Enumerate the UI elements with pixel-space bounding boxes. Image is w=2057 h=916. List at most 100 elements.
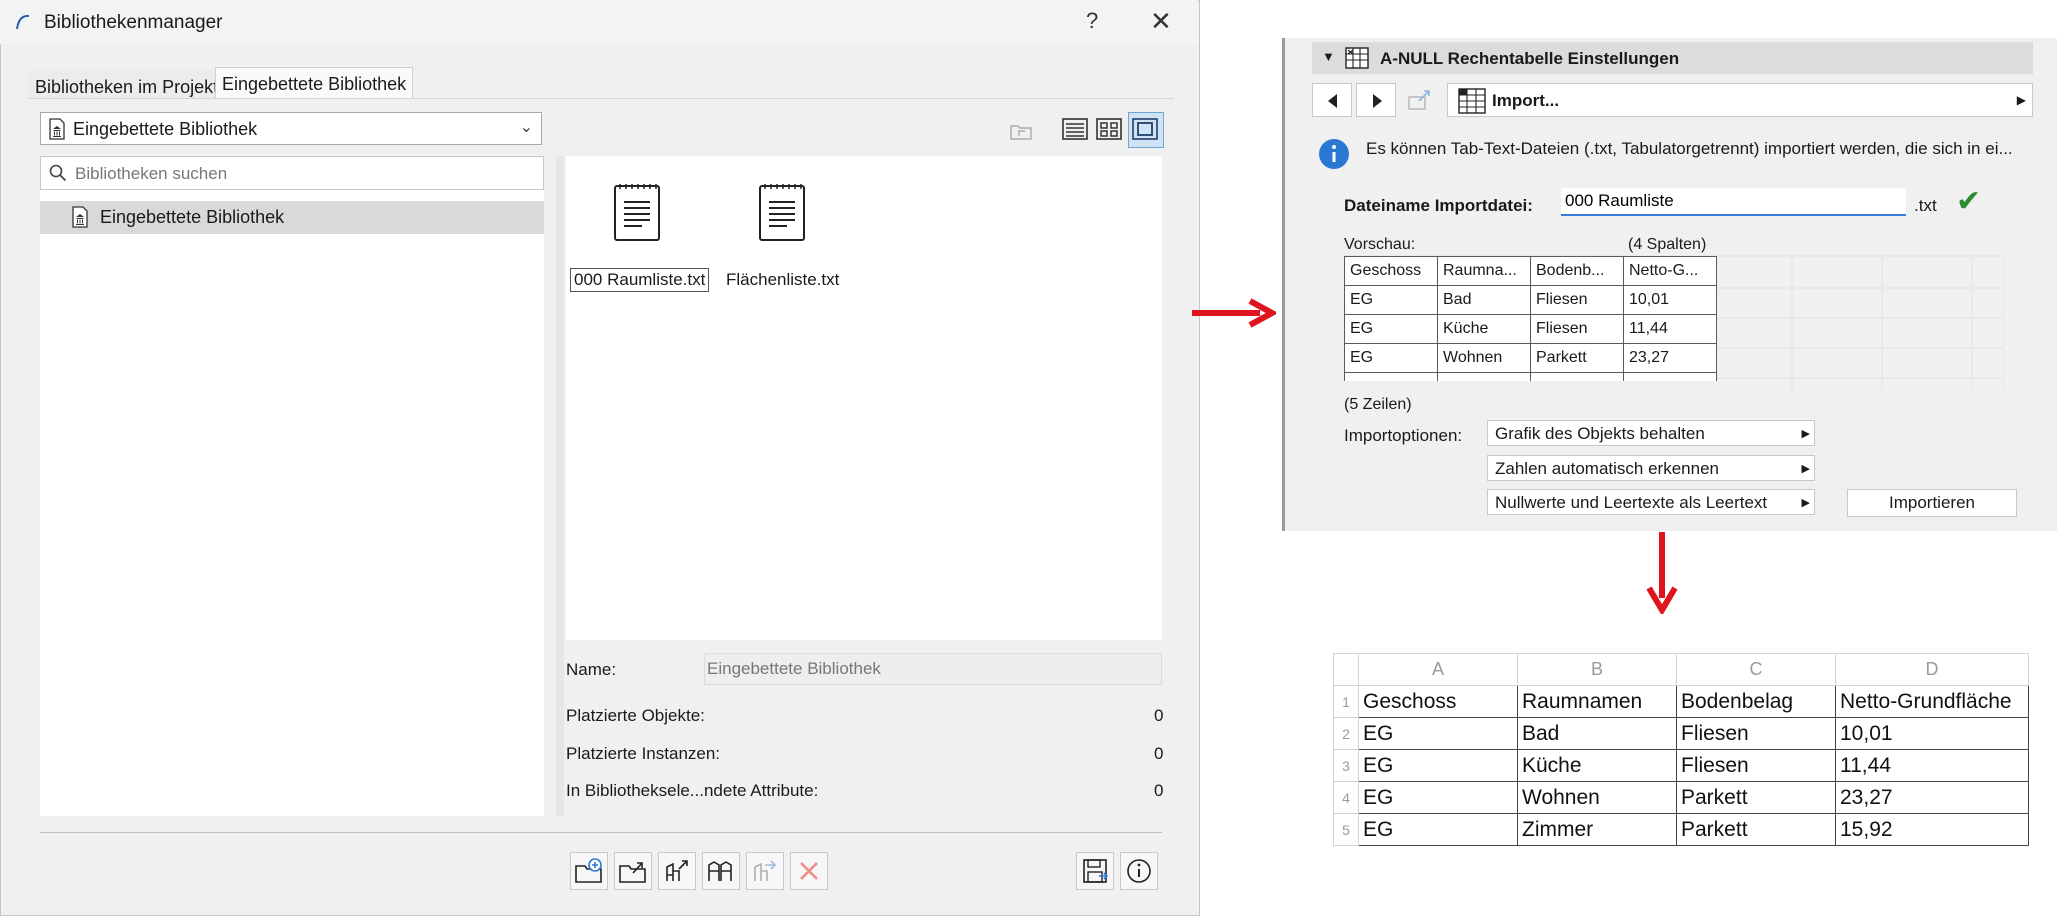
library-search-box[interactable]	[40, 156, 544, 190]
table-row: 1 Geschoss Raumnamen Bodenbelag Netto-Gr…	[1333, 685, 2029, 718]
filename-extension: .txt	[1914, 196, 1937, 215]
table-cell: Küche	[1437, 314, 1531, 344]
search-input[interactable]	[73, 161, 517, 187]
table-cell[interactable]: EG	[1358, 813, 1518, 846]
table-cell[interactable]: 11,44	[1835, 749, 2029, 782]
import-info-text: Es können Tab-Text-Dateien (.txt, Tabula…	[1366, 139, 2013, 158]
table-cell[interactable]: 23,27	[1835, 781, 2029, 814]
objects-button[interactable]	[702, 852, 740, 890]
table-cell: Parkett	[1530, 343, 1624, 373]
option-nullwerte-dropdown[interactable]: Nullwerte und Leertexte als Leertext ▶	[1487, 489, 1815, 515]
import-table-icon	[1458, 88, 1486, 114]
row-number[interactable]: 2	[1333, 717, 1359, 750]
pane-splitter[interactable]	[556, 156, 564, 816]
search-icon	[49, 164, 67, 182]
folder-up-button[interactable]	[1006, 116, 1036, 146]
spreadsheet-settings-icon	[1345, 47, 1369, 69]
add-folder-button[interactable]	[570, 852, 608, 890]
table-cell[interactable]: 10,01	[1835, 717, 2029, 750]
info-icon	[1127, 859, 1151, 883]
previous-button[interactable]	[1312, 83, 1352, 117]
table-cell: Bodenb...	[1530, 256, 1624, 286]
option-label: Nullwerte und Leertexte als Leertext	[1495, 493, 1768, 512]
list-view-button[interactable]	[1060, 114, 1090, 144]
row-number[interactable]: 4	[1333, 781, 1359, 814]
delete-icon	[800, 862, 818, 880]
placed-instances-value: 0	[1154, 744, 1164, 763]
table-row: 5 EG Zimmer Parkett 15,92	[1333, 813, 2029, 846]
table-cell[interactable]: Wohnen	[1517, 781, 1677, 814]
folder-up-icon	[1010, 125, 1032, 140]
large-icon-view-button[interactable]	[1128, 112, 1164, 148]
text-file-icon[interactable]	[757, 182, 807, 242]
row-number[interactable]: 1	[1333, 685, 1359, 718]
column-header-row: A B C D	[1333, 653, 2029, 686]
table-cell[interactable]: Netto-Grundfläche	[1835, 685, 2029, 718]
table-cell[interactable]: Fliesen	[1676, 717, 1836, 750]
table-cell	[1623, 372, 1717, 381]
table-cell[interactable]: Bodenbelag	[1676, 685, 1836, 718]
app-logo-icon	[16, 14, 30, 30]
import-options-label: Importoptionen:	[1344, 426, 1463, 445]
column-header[interactable]: C	[1676, 653, 1836, 686]
arrow-right-icon	[1192, 298, 1276, 328]
file-name-rename-field[interactable]: 000 Raumliste.txt	[570, 268, 710, 292]
text-file-icon[interactable]	[612, 182, 662, 242]
placed-objects-value: 0	[1154, 706, 1164, 725]
table-row: EG Küche Fliesen 11,44	[1344, 314, 1717, 344]
option-label: Zahlen automatisch erkennen	[1495, 459, 1719, 478]
row-number[interactable]: 3	[1333, 749, 1359, 782]
row-number[interactable]: 5	[1333, 813, 1359, 846]
export-objects-button[interactable]	[658, 852, 696, 890]
next-button[interactable]	[1356, 83, 1396, 117]
chevron-right-icon: ▶	[1801, 463, 1810, 475]
column-header[interactable]: A	[1358, 653, 1518, 686]
import-dropdown[interactable]: Import... ▶	[1447, 83, 2033, 117]
close-button[interactable]: ✕	[1150, 6, 1172, 37]
filename-input[interactable]	[1561, 188, 1906, 216]
table-cell[interactable]: Fliesen	[1676, 749, 1836, 782]
table-cell: Raumna...	[1437, 256, 1531, 286]
table-cell[interactable]: Geschoss	[1358, 685, 1518, 718]
table-cell	[1437, 372, 1531, 381]
column-header[interactable]: D	[1835, 653, 2029, 686]
anull-toolbar: Import... ▶	[1312, 83, 2033, 117]
table-cell	[1530, 372, 1624, 381]
info-button[interactable]	[1120, 852, 1158, 890]
add-folder-icon	[575, 858, 602, 883]
move-objects-button	[746, 852, 784, 890]
placed-objects-label: Platzierte Objekte:	[566, 706, 705, 725]
anull-panel-title: A-NULL Rechentabelle Einstellungen	[1380, 49, 1680, 68]
table-cell: Bad	[1437, 285, 1531, 315]
export-icon	[1408, 90, 1430, 110]
table-cell[interactable]: Raumnamen	[1517, 685, 1677, 718]
table-cell: Wohnen	[1437, 343, 1531, 373]
table-cell[interactable]: EG	[1358, 717, 1518, 750]
anull-panel-header[interactable]: ▼ A-NULL Rechentabelle Einstellungen	[1312, 42, 2033, 74]
import-label: Import...	[1492, 91, 1560, 110]
grid-view-button[interactable]	[1094, 114, 1124, 144]
open-folder-button[interactable]	[614, 852, 652, 890]
option-zahlen-erkennen-dropdown[interactable]: Zahlen automatisch erkennen ▶	[1487, 455, 1815, 481]
table-cell[interactable]: EG	[1358, 781, 1518, 814]
table-cell: 23,27	[1623, 343, 1717, 373]
column-header[interactable]: B	[1517, 653, 1677, 686]
table-cell[interactable]: Küche	[1517, 749, 1677, 782]
library-select-dropdown[interactable]: Eingebettete Bibliothek ⌄	[40, 112, 542, 145]
table-cell[interactable]: Bad	[1517, 717, 1677, 750]
table-row: 2 EG Bad Fliesen 10,01	[1333, 717, 2029, 750]
table-cell[interactable]: EG	[1358, 749, 1518, 782]
chevron-right-icon: ▶	[1801, 428, 1810, 440]
option-grafik-behalten-dropdown[interactable]: Grafik des Objekts behalten ▶	[1487, 420, 1815, 446]
file-name[interactable]: Flächenliste.txt	[726, 270, 839, 290]
save-button[interactable]	[1076, 852, 1114, 890]
tree-item-eingebettete-bibliothek[interactable]: Eingebettete Bibliothek	[40, 201, 544, 234]
table-cell[interactable]: Zimmer	[1517, 813, 1677, 846]
export-objects-icon	[666, 860, 688, 881]
library-icon	[49, 118, 65, 140]
table-cell[interactable]: Parkett	[1676, 781, 1836, 814]
table-cell[interactable]: Parkett	[1676, 813, 1836, 846]
import-button[interactable]: Importieren	[1847, 489, 2017, 517]
help-button[interactable]: ?	[1086, 8, 1098, 34]
table-cell[interactable]: 15,92	[1835, 813, 2029, 846]
